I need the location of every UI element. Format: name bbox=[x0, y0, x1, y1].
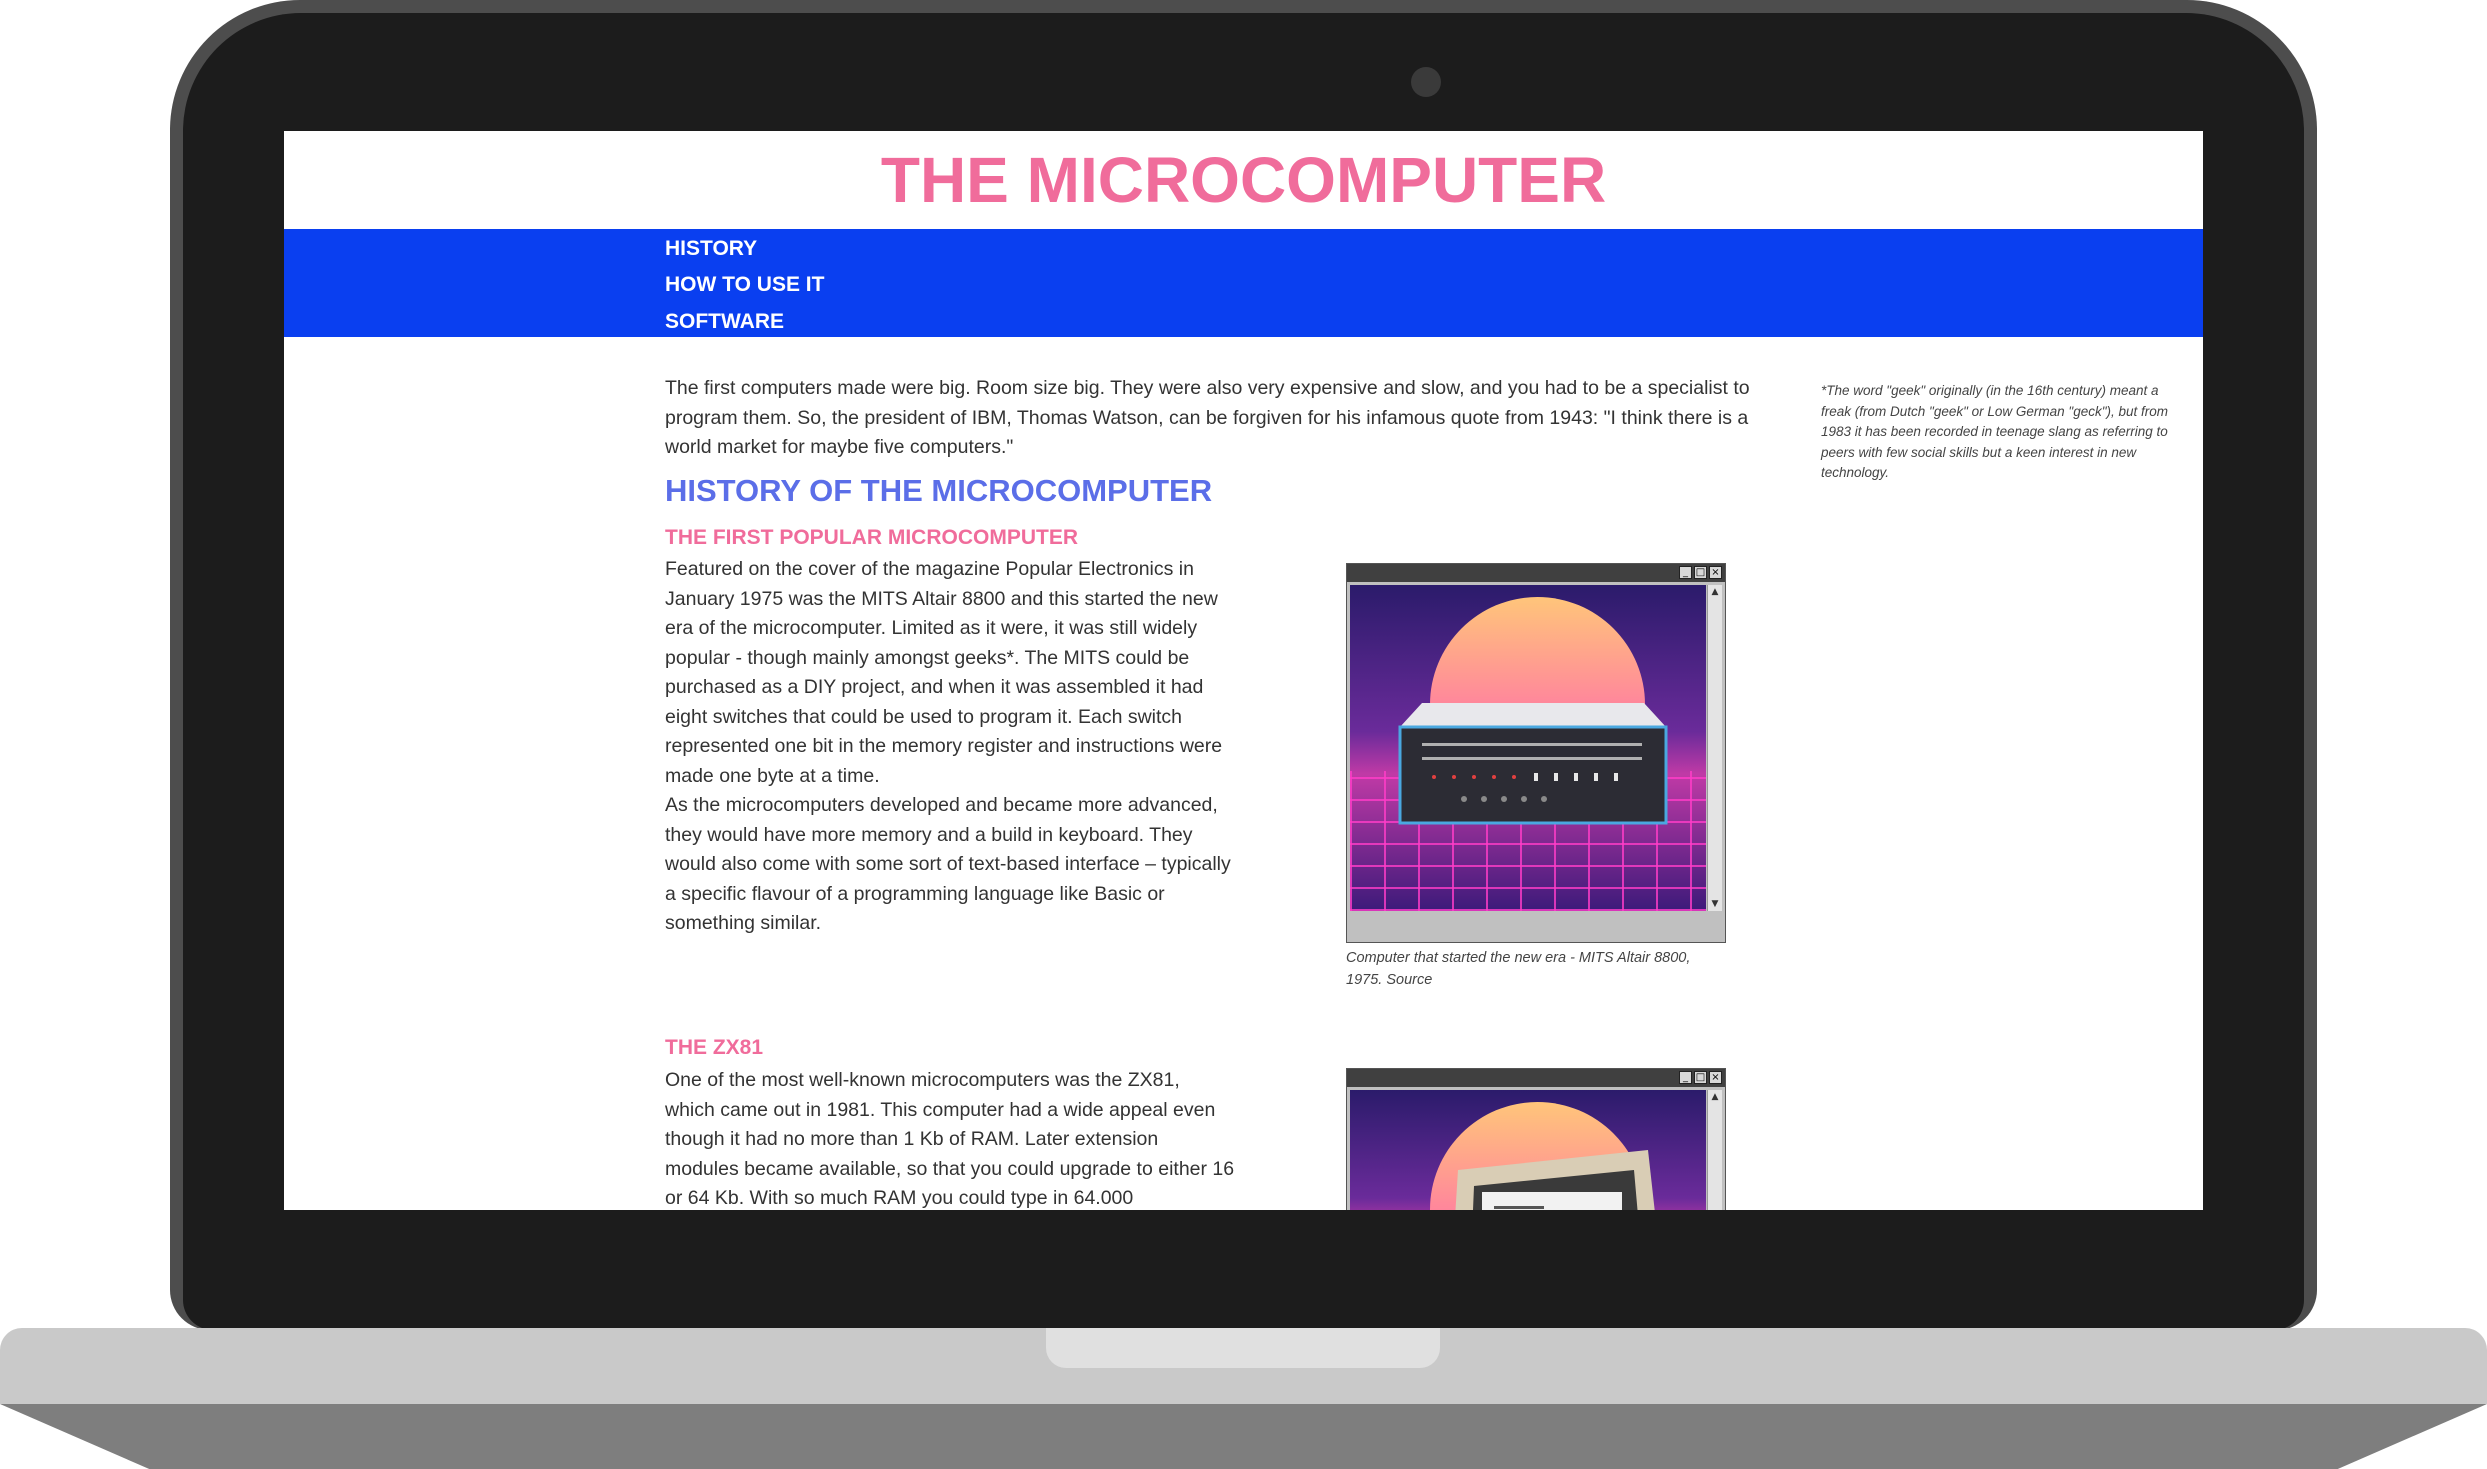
scroll-up-icon[interactable]: ▲ bbox=[1708, 585, 1722, 599]
nav-item-how-to-use-it[interactable]: HOW TO USE IT bbox=[665, 273, 824, 297]
altair-8800-computer bbox=[1398, 703, 1668, 825]
main-nav: HISTORY HOW TO USE IT SOFTWARE bbox=[284, 229, 2203, 337]
window-scrollbar[interactable]: ▲ bbox=[1707, 1090, 1722, 1210]
zx81-image bbox=[1350, 1090, 1706, 1210]
first-popular-heading: THE FIRST POPULAR MICROCOMPUTER bbox=[665, 526, 1078, 549]
window-titlebar: _ □ × bbox=[1347, 1069, 1725, 1087]
maximize-icon[interactable]: □ bbox=[1694, 566, 1707, 579]
scroll-up-icon[interactable]: ▲ bbox=[1708, 1090, 1722, 1104]
nav-item-software[interactable]: SOFTWARE bbox=[665, 310, 784, 334]
geek-footnote: *The word "geek" originally (in the 16th… bbox=[1821, 383, 2169, 480]
first-popular-body: Featured on the cover of the magazine Po… bbox=[665, 555, 1235, 939]
minimize-icon[interactable]: _ bbox=[1679, 566, 1692, 579]
maximize-icon[interactable]: □ bbox=[1694, 1071, 1707, 1084]
first-popular-paragraph-2: As the microcomputers developed and beca… bbox=[665, 794, 1231, 934]
window-scrollbar[interactable]: ▲ ▼ bbox=[1707, 585, 1722, 911]
altair-image bbox=[1350, 585, 1706, 911]
close-icon[interactable]: × bbox=[1709, 566, 1722, 579]
zx81-image-window: _ □ × ▲ bbox=[1346, 1068, 1726, 1210]
nav-item-history[interactable]: HISTORY bbox=[665, 237, 757, 261]
caption-source-link[interactable]: Source bbox=[1386, 972, 1432, 988]
altair-caption: Computer that started the new era - MITS… bbox=[1346, 947, 1726, 991]
zx81-body: One of the most well-known microcomputer… bbox=[665, 1066, 1235, 1210]
altair-image-window: _ □ × ▲ ▼ bbox=[1346, 563, 1726, 943]
scroll-down-icon[interactable]: ▼ bbox=[1708, 897, 1722, 911]
window-titlebar: _ □ × bbox=[1347, 564, 1725, 582]
site-title: THE MICROCOMPUTER bbox=[880, 144, 1607, 216]
webcam-icon bbox=[1411, 67, 1441, 97]
intro-paragraph: The first computers made were big. Room … bbox=[665, 377, 1750, 458]
zx81-monitor bbox=[1455, 1150, 1655, 1210]
zx81-paragraph-1: One of the most well-known microcomputer… bbox=[665, 1069, 1235, 1209]
laptop-notch bbox=[1046, 1328, 1440, 1368]
screen: THE MICROCOMPUTER HISTORY HOW TO USE IT … bbox=[284, 131, 2203, 1210]
zx81-heading: THE ZX81 bbox=[665, 1036, 764, 1059]
minimize-icon[interactable]: _ bbox=[1679, 1071, 1692, 1084]
close-icon[interactable]: × bbox=[1709, 1071, 1722, 1084]
history-heading: HISTORY OF THE MICROCOMPUTER bbox=[665, 473, 1213, 508]
laptop-base-bottom bbox=[0, 1404, 2487, 1469]
first-popular-paragraph-1: Featured on the cover of the magazine Po… bbox=[665, 558, 1223, 787]
